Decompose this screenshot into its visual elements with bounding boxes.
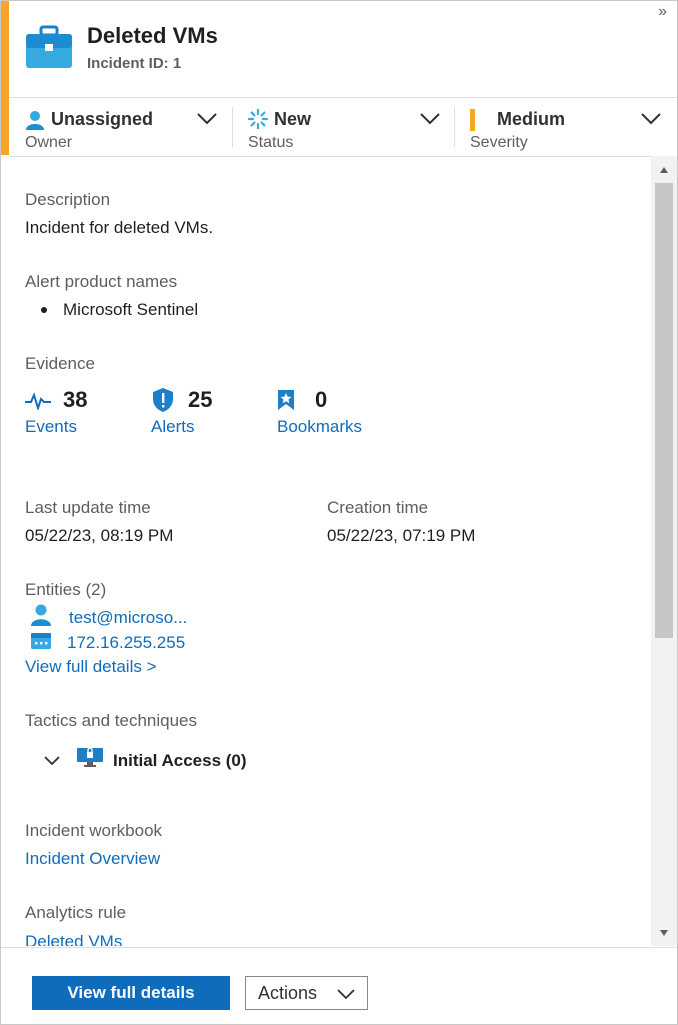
bookmark-icon xyxy=(278,390,294,410)
scroll-down-arrow-icon[interactable] xyxy=(659,929,669,937)
status-dropdown[interactable]: New Status xyxy=(233,98,453,156)
chevron-down-icon xyxy=(337,989,355,1000)
scroll-up-arrow-icon[interactable] xyxy=(659,166,669,174)
user-icon xyxy=(26,111,44,130)
analytics-rule-label: Analytics rule xyxy=(25,903,127,922)
severity-label: Severity xyxy=(470,134,528,151)
events-count: 38 xyxy=(63,387,88,412)
evidence-label: Evidence xyxy=(25,354,95,373)
owner-dropdown[interactable]: Unassigned Owner xyxy=(9,98,231,156)
incident-details-content: Description Incident for deleted VMs. Al… xyxy=(1,156,650,946)
alert-products-label: Alert product names xyxy=(25,272,178,291)
status-value: New xyxy=(274,109,312,129)
actions-dropdown-button[interactable]: Actions xyxy=(245,976,368,1010)
view-entity-details-link[interactable]: View full details > xyxy=(25,657,157,677)
bookmarks-link[interactable]: Bookmarks xyxy=(277,417,362,437)
description-text: Incident for deleted VMs. xyxy=(25,218,214,237)
alert-shield-icon xyxy=(153,388,173,412)
chevron-down-icon xyxy=(197,113,217,125)
new-status-icon xyxy=(248,109,268,129)
last-update-label: Last update time xyxy=(25,498,151,517)
severity-accent-bar xyxy=(1,1,9,155)
chevron-down-icon xyxy=(641,113,661,125)
panel-header: » Deleted VMs Incident ID: 1 xyxy=(9,1,677,97)
status-label: Status xyxy=(248,134,294,151)
description-label: Description xyxy=(25,190,111,209)
incident-meta-bar: Unassigned Owner New Status Medium Sever… xyxy=(9,97,677,157)
events-link[interactable]: Events xyxy=(25,417,77,437)
alert-product-item: Microsoft Sentinel xyxy=(63,300,199,319)
ip-entity-icon xyxy=(31,633,51,649)
last-update-value: 05/22/23, 08:19 PM xyxy=(25,526,174,545)
scrollbar-thumb[interactable] xyxy=(655,183,673,638)
incident-title: Deleted VMs xyxy=(87,23,218,48)
analytics-rule-link[interactable]: Deleted VMs xyxy=(25,932,122,946)
bookmarks-count: 0 xyxy=(315,387,328,412)
severity-value: Medium xyxy=(497,109,566,129)
chevron-down-icon[interactable] xyxy=(43,755,61,767)
events-pulse-icon xyxy=(25,392,51,410)
actions-label: Actions xyxy=(258,982,318,1003)
creation-time-value: 05/22/23, 07:19 PM xyxy=(327,526,476,545)
workbook-label: Incident workbook xyxy=(25,821,163,840)
chevron-down-icon xyxy=(420,113,440,125)
briefcase-icon xyxy=(26,25,72,68)
workbook-link[interactable]: Incident Overview xyxy=(25,849,160,869)
vertical-scrollbar[interactable] xyxy=(651,156,677,946)
collapse-panel-icon[interactable]: » xyxy=(658,3,667,21)
panel-footer: View full details Actions xyxy=(1,947,677,1024)
initial-access-icon xyxy=(77,747,103,767)
tactic-item: Initial Access (0) xyxy=(113,751,247,770)
severity-color-bar xyxy=(470,109,475,131)
owner-value: Unassigned xyxy=(51,109,154,129)
user-entity-icon xyxy=(31,604,51,626)
entity-user-link[interactable]: test@microso... xyxy=(69,608,187,628)
tactics-label: Tactics and techniques xyxy=(25,711,197,730)
incident-id: Incident ID: 1 xyxy=(87,55,182,72)
entity-ip-link[interactable]: 172.16.255.255 xyxy=(67,633,185,653)
entities-label: Entities (2) xyxy=(25,580,107,599)
owner-label: Owner xyxy=(25,134,73,151)
severity-dropdown[interactable]: Medium Severity xyxy=(455,98,677,156)
alerts-link[interactable]: Alerts xyxy=(151,417,194,437)
view-full-details-button[interactable]: View full details xyxy=(32,976,230,1010)
alerts-count: 25 xyxy=(188,387,213,412)
creation-time-label: Creation time xyxy=(327,498,429,517)
bullet xyxy=(41,307,47,313)
